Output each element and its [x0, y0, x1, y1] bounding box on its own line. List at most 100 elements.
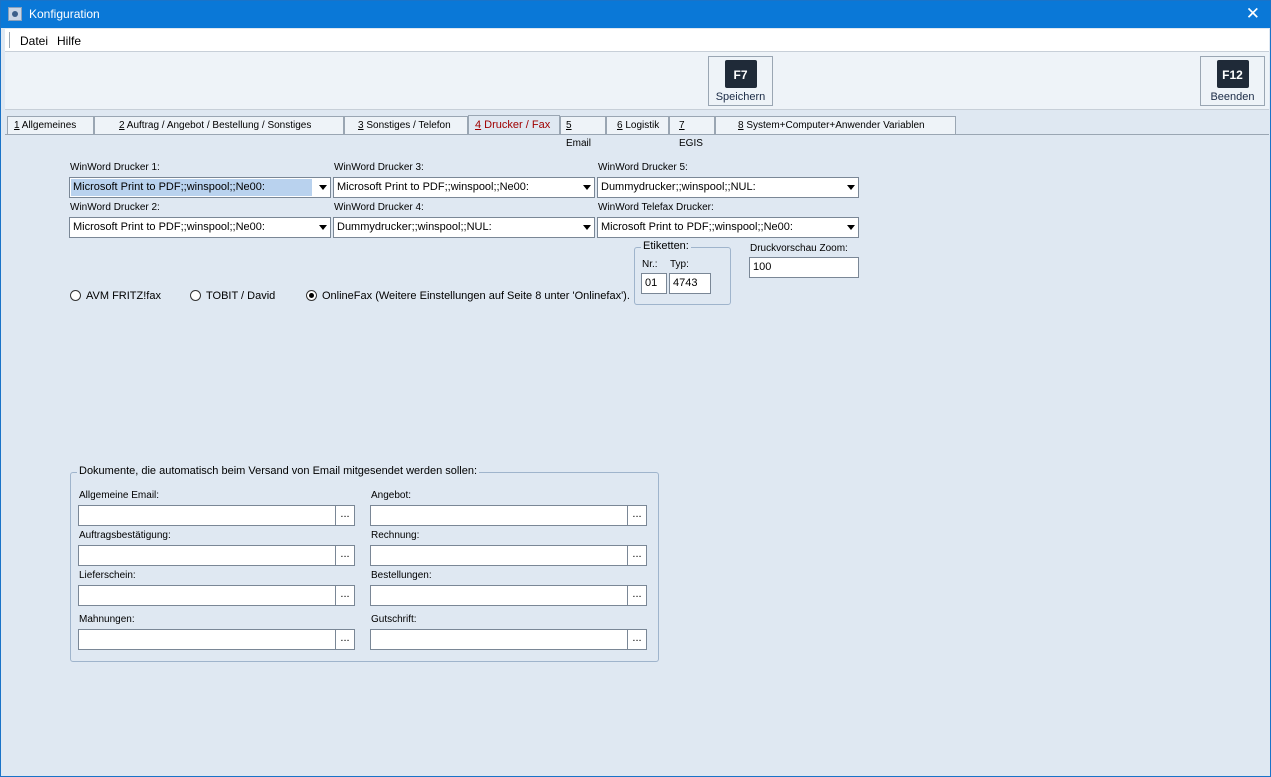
- drucker4-label: WinWord Drucker 4:: [334, 202, 424, 213]
- tab-hotkey: 5: [566, 120, 572, 131]
- drucker1-value: Microsoft Print to PDF;;winspool;;Ne00:: [71, 179, 312, 196]
- tab-egis[interactable]: 7 EGIS: [669, 116, 715, 149]
- radio-avm-fritzfax[interactable]: AVM FRITZ!fax: [70, 289, 161, 303]
- telefax-drucker-select[interactable]: Microsoft Print to PDF;;winspool;;Ne00:: [597, 217, 859, 238]
- radio-onlinefax[interactable]: OnlineFax (Weitere Einstellungen auf Sei…: [306, 289, 630, 303]
- gutschrift-label: Gutschrift:: [371, 614, 417, 625]
- drucker4-value: Dummydrucker;;winspool;;NUL:: [337, 221, 492, 233]
- drucker3-select[interactable]: Microsoft Print to PDF;;winspool;;Ne00:: [333, 177, 595, 198]
- radio-label: TOBIT / David: [206, 290, 276, 302]
- rechnung-input[interactable]: [370, 545, 628, 566]
- etiketten-title: Etiketten:: [641, 240, 691, 252]
- telefax-drucker-label: WinWord Telefax Drucker:: [598, 202, 714, 213]
- drucker2-label: WinWord Drucker 2:: [70, 202, 160, 213]
- auftragsbestaetigung-label: Auftragsbestätigung:: [79, 530, 171, 541]
- save-button[interactable]: F7 Speichern: [708, 56, 773, 106]
- mahnungen-input[interactable]: [78, 629, 336, 650]
- allgemeine-email-input[interactable]: [78, 505, 336, 526]
- chevron-down-icon[interactable]: [583, 185, 591, 190]
- chevron-down-icon[interactable]: [583, 225, 591, 230]
- auftragsbestaetigung-picker: ...: [78, 545, 355, 566]
- drucker1-select[interactable]: Microsoft Print to PDF;;winspool;;Ne00:: [69, 177, 331, 198]
- chevron-down-icon[interactable]: [847, 225, 855, 230]
- chevron-down-icon[interactable]: [319, 225, 327, 230]
- menu-hilfe[interactable]: Hilfe: [57, 34, 81, 48]
- drucker5-value: Dummydrucker;;winspool;;NUL:: [601, 181, 756, 193]
- bestellungen-picker: ...: [370, 585, 647, 606]
- browse-button[interactable]: ...: [335, 545, 355, 566]
- drucker2-select[interactable]: Microsoft Print to PDF;;winspool;;Ne00:: [69, 217, 331, 238]
- tab-sonstiges-telefon[interactable]: 3 Sonstiges / Telefon: [344, 116, 468, 134]
- browse-button[interactable]: ...: [627, 505, 647, 526]
- chevron-down-icon[interactable]: [847, 185, 855, 190]
- lieferschein-label: Lieferschein:: [79, 570, 136, 581]
- browse-button[interactable]: ...: [335, 585, 355, 606]
- angebot-label: Angebot:: [371, 490, 412, 501]
- radio-label: OnlineFax (Weitere Einstellungen auf Sei…: [322, 290, 630, 302]
- drucker5-select[interactable]: Dummydrucker;;winspool;;NUL:: [597, 177, 859, 198]
- rechnung-picker: ...: [370, 545, 647, 566]
- tab-auftrag[interactable]: 2 Auftrag / Angebot / Bestellung / Sonst…: [94, 116, 344, 134]
- drucker2-value: Microsoft Print to PDF;;winspool;;Ne00:: [73, 221, 265, 233]
- radio-circle-icon[interactable]: [190, 290, 201, 301]
- lieferschein-picker: ...: [78, 585, 355, 606]
- tab-hotkey: 7: [679, 120, 685, 131]
- etiketten-typ-label: Typ:: [670, 259, 689, 270]
- rechnung-label: Rechnung:: [371, 530, 420, 541]
- app-icon: [8, 7, 22, 21]
- etiketten-nr-label: Nr.:: [642, 259, 658, 270]
- mahnungen-label: Mahnungen:: [79, 614, 135, 625]
- auftragsbestaetigung-input[interactable]: [78, 545, 336, 566]
- tab-divider: [5, 134, 1269, 135]
- f12-key-icon: F12: [1216, 60, 1249, 88]
- browse-button[interactable]: ...: [627, 585, 647, 606]
- tab-allgemeines[interactable]: 1 Allgemeines: [7, 116, 94, 134]
- zoom-label: Druckvorschau Zoom:: [750, 243, 848, 254]
- exit-button[interactable]: F12 Beenden: [1200, 56, 1265, 106]
- browse-button[interactable]: ...: [627, 629, 647, 650]
- tab-label: Email: [566, 138, 592, 149]
- chevron-down-icon[interactable]: [319, 185, 327, 190]
- radio-selected-icon[interactable]: [306, 290, 317, 301]
- window-title: Konfiguration: [29, 7, 100, 21]
- radio-tobit-david[interactable]: TOBIT / David: [190, 289, 275, 303]
- drucker3-value: Microsoft Print to PDF;;winspool;;Ne00:: [337, 181, 529, 193]
- browse-button[interactable]: ...: [627, 545, 647, 566]
- angebot-picker: ...: [370, 505, 647, 526]
- exit-button-label: Beenden: [1210, 91, 1255, 103]
- tab-label: Logistik: [622, 120, 660, 131]
- f7-key-icon: F7: [724, 60, 757, 88]
- toolbar: F7 Speichern F12 Beenden: [5, 52, 1269, 110]
- config-window: Konfiguration ✕ Datei Hilfe F7 Speichern…: [0, 0, 1271, 777]
- browse-button[interactable]: ...: [335, 629, 355, 650]
- browse-button[interactable]: ...: [335, 505, 355, 526]
- tab-email[interactable]: 5 Email: [560, 116, 606, 149]
- gutschrift-picker: ...: [370, 629, 647, 650]
- telefax-drucker-value: Microsoft Print to PDF;;winspool;;Ne00:: [601, 221, 793, 233]
- menu-grip: [9, 32, 10, 48]
- etiketten-typ-input[interactable]: 4743: [669, 273, 711, 294]
- etiketten-nr-input[interactable]: 01: [641, 273, 667, 294]
- radio-circle-icon[interactable]: [70, 290, 81, 301]
- menu-datei[interactable]: Datei: [20, 34, 48, 48]
- tab-strip: 1 Allgemeines 2 Auftrag / Angebot / Best…: [5, 115, 1269, 149]
- lieferschein-input[interactable]: [78, 585, 336, 606]
- radio-label: AVM FRITZ!fax: [86, 290, 161, 302]
- tab-logistik[interactable]: 6 Logistik: [606, 116, 669, 134]
- title-bar: Konfiguration ✕: [1, 1, 1270, 28]
- tab-label: Drucker / Fax: [481, 119, 551, 131]
- tab-system-variablen[interactable]: 8 System+Computer+Anwender Variablen: [715, 116, 956, 134]
- tab-label: Sonstiges / Telefon: [363, 120, 451, 131]
- gutschrift-input[interactable]: [370, 629, 628, 650]
- bestellungen-label: Bestellungen:: [371, 570, 432, 581]
- angebot-input[interactable]: [370, 505, 628, 526]
- bestellungen-input[interactable]: [370, 585, 628, 606]
- tab-drucker-fax[interactable]: 4 Drucker / Fax: [468, 115, 560, 135]
- zoom-input[interactable]: 100: [749, 257, 859, 278]
- tab-label: Auftrag / Angebot / Bestellung / Sonstig…: [124, 120, 312, 131]
- drucker1-label: WinWord Drucker 1:: [70, 162, 160, 173]
- save-button-label: Speichern: [715, 91, 766, 103]
- close-icon[interactable]: ✕: [1246, 4, 1260, 23]
- drucker4-select[interactable]: Dummydrucker;;winspool;;NUL:: [333, 217, 595, 238]
- drucker5-label: WinWord Drucker 5:: [598, 162, 688, 173]
